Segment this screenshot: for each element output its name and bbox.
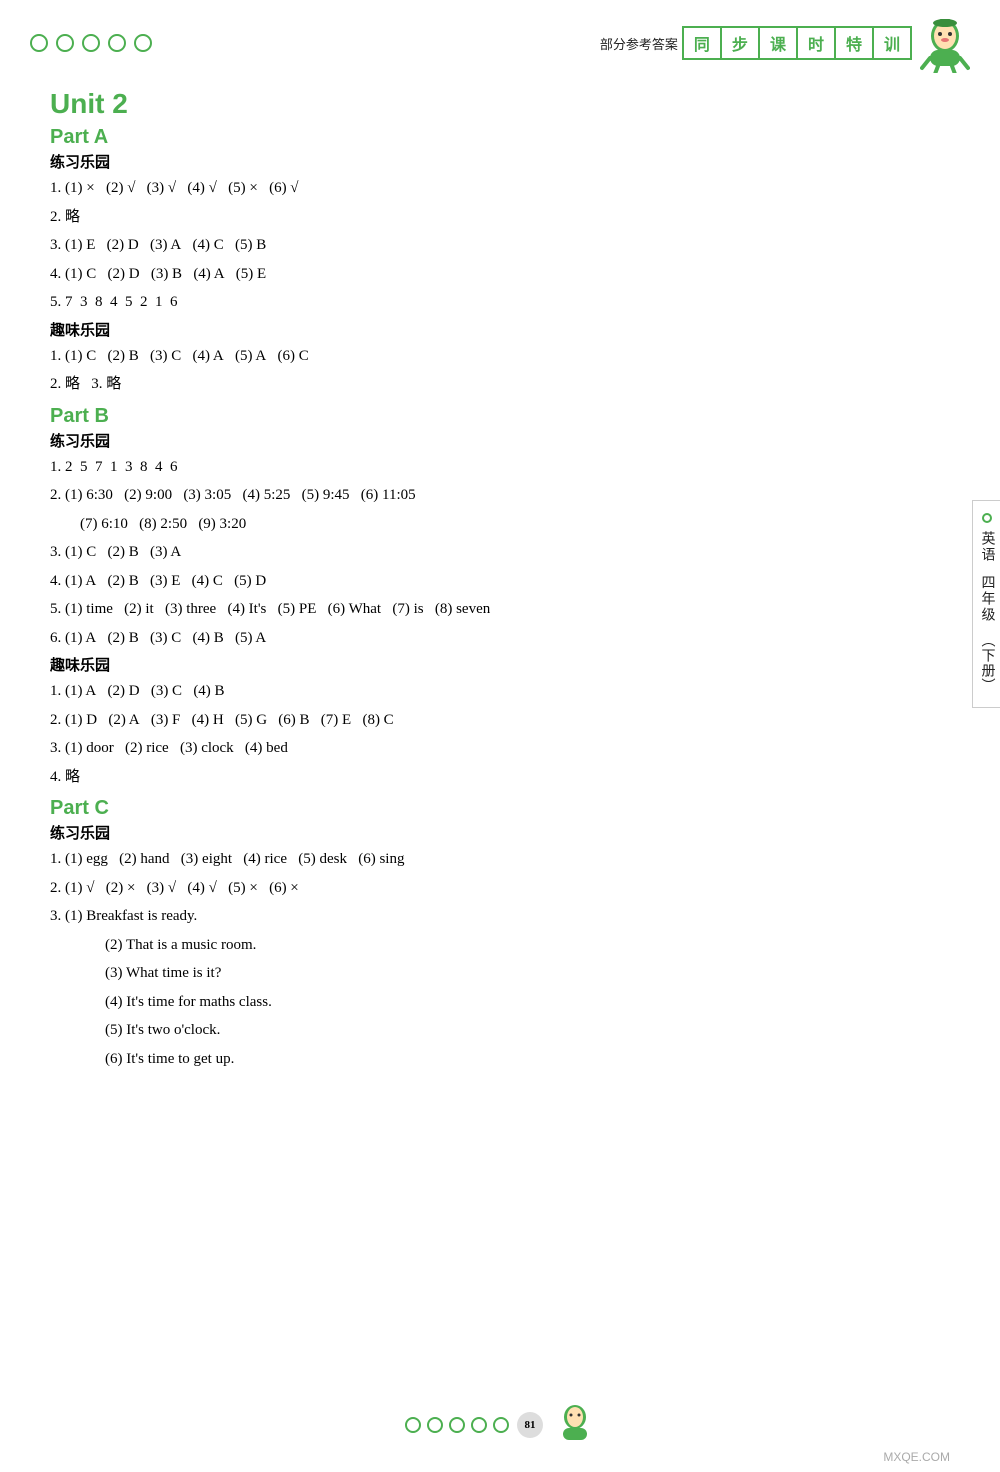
mascot-icon: [920, 18, 970, 68]
part-a-line-3: 3. (1) E (2) D (3) A (4) C (5) B: [50, 231, 960, 260]
part-c-line-3: 3. (1) Breakfast is ready.: [50, 902, 960, 931]
part-b-line-2b: (7) 6:10 (8) 2:50 (9) 3:20: [80, 510, 960, 539]
footer-circles-left: [405, 1417, 509, 1433]
sidebar-subject: 英语: [977, 531, 997, 563]
part-a-line-4: 4. (1) C (2) D (3) B (4) A (5) E: [50, 260, 960, 289]
part-b-line-6: 6. (1) A (2) B (3) C (4) B (5) A: [50, 624, 960, 653]
part-a-section1-title: 练习乐园: [50, 151, 960, 172]
header-boxes: 同 步 课 时 特 训: [684, 26, 912, 60]
sidebar-grade: 四年级: [977, 575, 997, 623]
sidebar-dot-1: [982, 513, 992, 523]
part-a-line-1: 1. (1) × (2) √ (3) √ (4) √ (5) × (6) √: [50, 174, 960, 203]
part-c-line-3f: (6) It's time to get up.: [105, 1045, 960, 1074]
main-content: Unit 2 Part A 练习乐园 1. (1) × (2) √ (3) √ …: [0, 78, 1000, 1093]
part-a-line-2: 2. 略: [50, 203, 960, 232]
box-tong: 同: [682, 26, 722, 60]
box-te: 特: [834, 26, 874, 60]
page-number: 81: [517, 1412, 543, 1438]
part-a-section2-title: 趣味乐园: [50, 319, 960, 340]
part-a-qu-line-2: 2. 略 3. 略: [50, 370, 960, 399]
part-b-line-2: 2. (1) 6:30 (2) 9:00 (3) 3:05 (4) 5:25 (…: [50, 481, 960, 510]
circle-5: [134, 34, 152, 52]
part-a-qu-line-1: 1. (1) C (2) B (3) C (4) A (5) A (6) C: [50, 342, 960, 371]
part-b: Part B 练习乐园 1. 2 5 7 1 3 8 4 6 2. (1) 6:…: [50, 405, 960, 792]
part-a-line-5: 5. 7 3 8 4 5 2 1 6: [50, 288, 960, 317]
part-b-section1-title: 练习乐园: [50, 430, 960, 451]
box-shi: 时: [796, 26, 836, 60]
part-a: Part A 练习乐园 1. (1) × (2) √ (3) √ (4) √ (…: [50, 126, 960, 399]
footer-mascot-icon: [555, 1402, 595, 1447]
page-header: 部分参考答案 同 步 课 时 特 训: [0, 0, 1000, 78]
part-a-title: Part A: [50, 126, 960, 149]
part-c-line-3e: (5) It's two o'clock.: [105, 1016, 960, 1045]
box-xun: 训: [872, 26, 912, 60]
footer-circle-3: [449, 1417, 465, 1433]
circle-3: [82, 34, 100, 52]
footer-circle-4: [471, 1417, 487, 1433]
part-c-line-3b: (2) That is a music room.: [105, 931, 960, 960]
header-circles: [30, 34, 152, 52]
header-label: 部分参考答案: [600, 34, 678, 53]
right-sidebar: 英语 四年级 （下册）: [972, 500, 1000, 708]
circle-4: [108, 34, 126, 52]
footer-circle-5: [493, 1417, 509, 1433]
circle-2: [56, 34, 74, 52]
part-b-line-4: 4. (1) A (2) B (3) E (4) C (5) D: [50, 567, 960, 596]
circle-1: [30, 34, 48, 52]
part-c-line-3d: (4) It's time for maths class.: [105, 988, 960, 1017]
footer-circle-2: [427, 1417, 443, 1433]
part-c-section1-title: 练习乐园: [50, 822, 960, 843]
part-c-line-1: 1. (1) egg (2) hand (3) eight (4) rice (…: [50, 845, 960, 874]
part-b-qu-line-3: 3. (1) door (2) rice (3) clock (4) bed: [50, 734, 960, 763]
part-c-title: Part C: [50, 797, 960, 820]
part-b-line-1: 1. 2 5 7 1 3 8 4 6: [50, 453, 960, 482]
unit-title: Unit 2: [50, 88, 960, 120]
part-c: Part C 练习乐园 1. (1) egg (2) hand (3) eigh…: [50, 797, 960, 1073]
part-c-line-3c: (3) What time is it?: [105, 959, 960, 988]
part-b-qu-line-2: 2. (1) D (2) A (3) F (4) H (5) G (6) B (…: [50, 706, 960, 735]
box-bu: 步: [720, 26, 760, 60]
watermark: MXQE.COM: [883, 1450, 950, 1464]
part-b-qu-line-1: 1. (1) A (2) D (3) C (4) B: [50, 677, 960, 706]
part-b-section2-title: 趣味乐园: [50, 654, 960, 675]
part-c-line-2: 2. (1) √ (2) × (3) √ (4) √ (5) × (6) ×: [50, 874, 960, 903]
part-b-line-3: 3. (1) C (2) B (3) A: [50, 538, 960, 567]
footer-circle-1: [405, 1417, 421, 1433]
page-footer: 81: [0, 1402, 1000, 1447]
part-b-line-5: 5. (1) time (2) it (3) three (4) It's (5…: [50, 595, 960, 624]
part-b-qu-line-4: 4. 略: [50, 763, 960, 792]
part-b-title: Part B: [50, 405, 960, 428]
sidebar-volume: （下册）: [977, 633, 997, 693]
header-right: 部分参考答案 同 步 课 时 特 训: [600, 18, 970, 68]
box-ke: 课: [758, 26, 798, 60]
